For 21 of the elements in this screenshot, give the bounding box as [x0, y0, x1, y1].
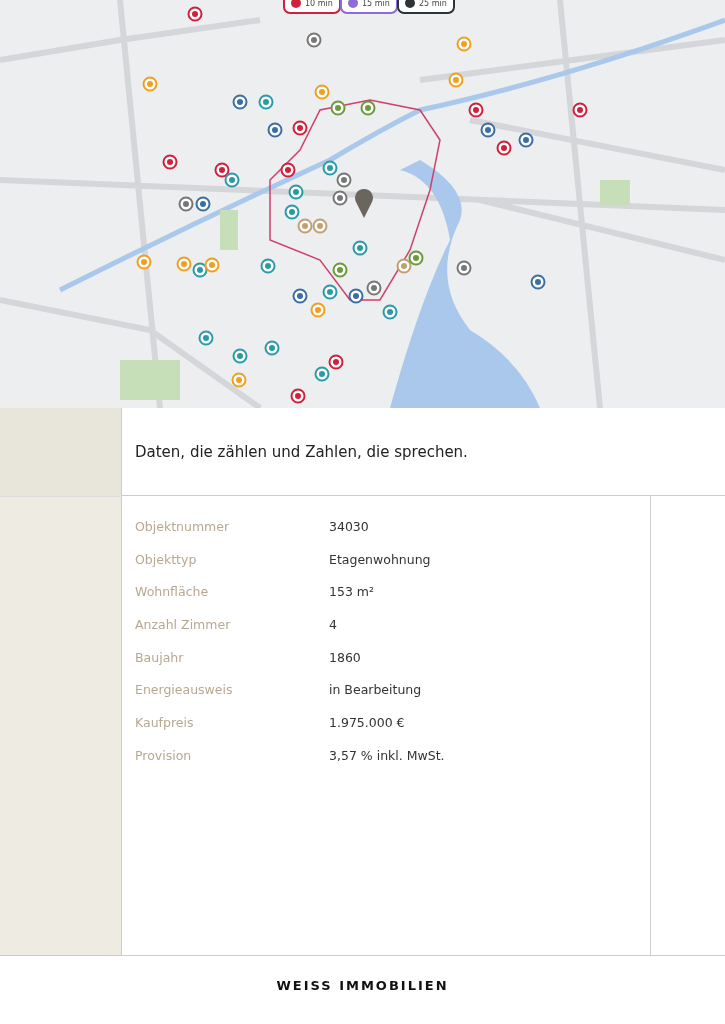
fact-label: Baujahr [135, 649, 185, 665]
travel-time-chip[interactable]: 10 min [283, 0, 341, 14]
fact-label: Energieausweis [135, 682, 234, 698]
fact-label: Anzahl Zimmer [135, 616, 232, 632]
fact-label: Objekttyp [135, 551, 198, 567]
fact-value: 34030 [329, 518, 369, 534]
fact-label: Kaufpreis [135, 714, 195, 730]
fact-value: Etagenwohnung [329, 551, 431, 567]
fact-value: 1.975.000 € [329, 714, 405, 730]
section-heading: Daten, die zählen und Zahlen, die sprechen. [135, 442, 468, 461]
fact-value: 1860 [329, 649, 361, 665]
fact-value: 4 [329, 616, 337, 632]
fact-value: in Bearbeitung [329, 682, 422, 698]
fact-label: Provision [135, 747, 193, 763]
travel-time-chip[interactable]: 25 min [397, 0, 455, 14]
fact-label: Objektnummer [135, 518, 231, 534]
company-logo: WEISS IMMOBILIEN [276, 977, 449, 993]
fact-label: Wohnfläche [135, 584, 210, 600]
travel-time-chip[interactable]: 15 min [340, 0, 398, 14]
fact-value: 153 m² [329, 584, 375, 600]
fact-value: 3,57 % inkl. MwSt. [329, 747, 445, 763]
